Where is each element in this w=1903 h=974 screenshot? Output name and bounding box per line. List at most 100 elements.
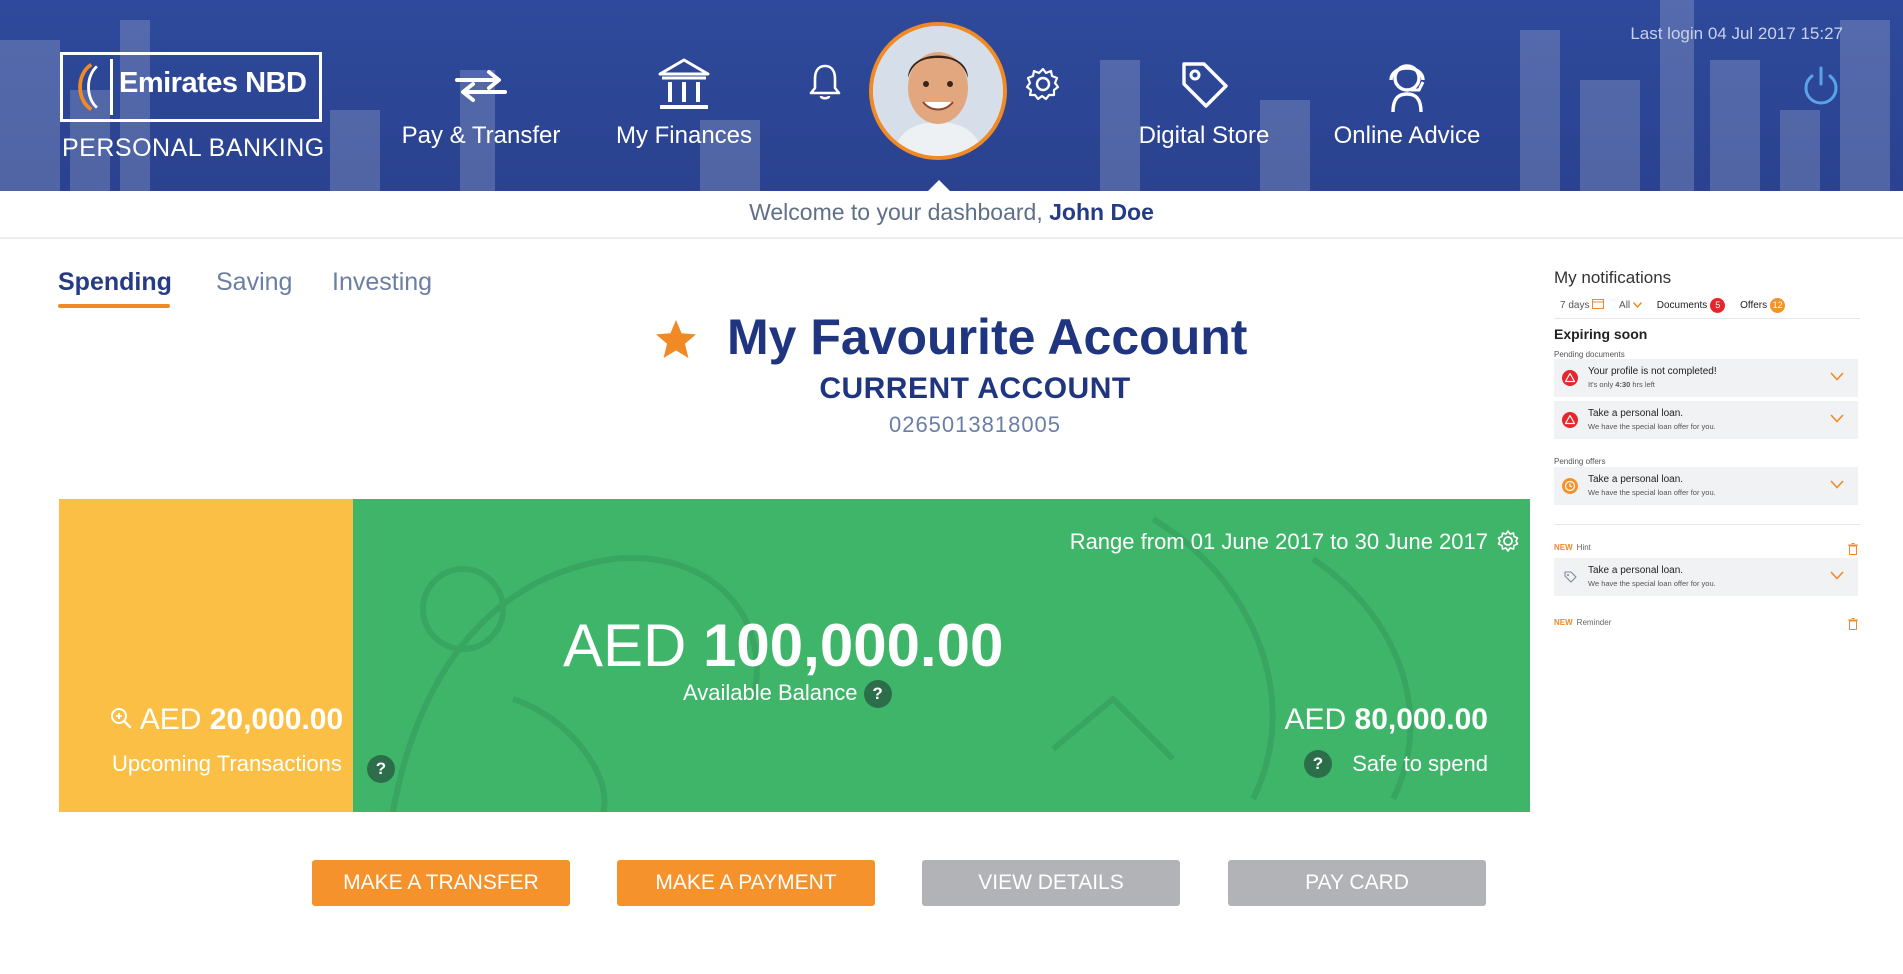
safe-to-spend-amount: AED 80,000.00 [1285, 703, 1489, 737]
nav-my-finances-label: My Finances [615, 122, 753, 149]
upcoming-transactions-amount[interactable]: AED 20,000.00 [109, 703, 343, 737]
pending-offers-label: Pending offers [1554, 457, 1606, 466]
reminder-header: NEW Reminder [1554, 618, 1864, 632]
nav-digital-store-label: Digital Store [1138, 122, 1270, 149]
notification-subtitle: We have the special loan offer for you. [1588, 488, 1716, 497]
safe-to-spend-help-icon[interactable]: ? [1304, 750, 1332, 778]
brand-name: Emirates NBD [119, 67, 307, 99]
notification-subtitle: We have the special loan offer for you. [1588, 579, 1716, 588]
calendar-icon [1592, 299, 1605, 309]
tag-icon [1564, 571, 1577, 583]
nav-pay-transfer-label: Pay & Transfer [401, 122, 561, 149]
emirates-nbd-logo[interactable]: Emirates NBD [60, 52, 322, 122]
available-balance-currency: AED [563, 612, 687, 679]
offers-filter-label: Offers [1740, 300, 1768, 311]
chevron-down-icon[interactable] [1830, 414, 1844, 423]
upcoming-transactions-help-icon[interactable]: ? [367, 755, 395, 783]
last-login-text: Last login 04 Jul 2017 15:27 [1630, 24, 1843, 43]
new-badge: NEW [1554, 543, 1573, 552]
type-filter[interactable]: All [1619, 300, 1645, 311]
active-tab-indicator [58, 304, 170, 308]
available-balance-panel: Range from 01 June 2017 to 30 June 2017 … [353, 499, 1530, 812]
make-payment-button[interactable]: MAKE A PAYMENT [617, 860, 875, 906]
documents-filter-label: Documents [1656, 300, 1708, 311]
headset-agent-icon [1389, 64, 1425, 113]
documents-count-badge: 5 [1710, 298, 1726, 313]
make-transfer-button[interactable]: MAKE A TRANSFER [312, 860, 570, 906]
chevron-down-icon [1632, 302, 1642, 309]
nav-pay-transfer[interactable]: Pay & Transfer [400, 56, 562, 150]
upcoming-transactions-label: Upcoming Transactions [112, 751, 342, 776]
pay-card-button[interactable]: PAY CARD [1228, 860, 1486, 906]
section-divider [1554, 524, 1860, 525]
power-icon[interactable] [1800, 64, 1842, 108]
nav-online-advice[interactable]: Online Advice [1328, 56, 1486, 150]
offers-filter[interactable]: Offers 12 [1740, 298, 1786, 313]
notification-subtitle: We have the special loan offer for you. [1588, 422, 1716, 431]
upcoming-value: 20,000.00 [209, 703, 344, 736]
bank-building-icon [658, 58, 710, 109]
account-title: My Favourite Account [727, 309, 1248, 365]
tab-spending[interactable]: Spending [58, 268, 172, 297]
notifications-panel: My notifications 7 days All Documents 5 O… [1554, 262, 1903, 632]
trash-icon[interactable] [1848, 543, 1858, 555]
chevron-down-icon[interactable] [1830, 372, 1844, 381]
notification-item[interactable]: Take a personal loan. We have the specia… [1554, 401, 1858, 439]
transfer-arrows-icon [455, 70, 507, 102]
trash-icon[interactable] [1848, 618, 1858, 630]
period-filter[interactable]: 7 days [1560, 299, 1607, 311]
nav-online-advice-label: Online Advice [1333, 122, 1481, 149]
zoom-search-icon [111, 708, 132, 729]
notification-item[interactable]: Your profile is not completed! It's only… [1554, 359, 1858, 397]
avatar-photo [873, 26, 1003, 156]
chevron-down-icon[interactable] [1830, 480, 1844, 489]
tab-saving[interactable]: Saving [216, 268, 292, 297]
tab-investing[interactable]: Investing [332, 268, 432, 297]
favourite-star-icon[interactable] [654, 318, 698, 360]
bell-icon[interactable] [808, 62, 842, 102]
period-filter-label: 7 days [1560, 300, 1590, 311]
notification-item[interactable]: Take a personal loan. We have the specia… [1554, 467, 1858, 505]
range-settings-gear-icon[interactable] [1496, 529, 1520, 553]
view-details-button[interactable]: VIEW DETAILS [922, 860, 1180, 906]
brand-subtitle: PERSONAL BANKING [62, 134, 325, 162]
avatar-pointer [926, 180, 952, 191]
notification-item[interactable]: Take a personal loan. We have the specia… [1554, 558, 1858, 596]
price-tag-icon [1182, 62, 1228, 108]
welcome-bar: Welcome to your dashboard, John Doe [0, 191, 1903, 239]
nav-digital-store[interactable]: Digital Store [1134, 56, 1274, 150]
notification-subtitle-suffix: hrs left [1630, 380, 1655, 389]
user-name: John Doe [1049, 199, 1154, 225]
notification-subtitle-time: 4:30 [1615, 380, 1631, 389]
notification-title: Take a personal loan. [1588, 565, 1684, 576]
account-number: 0265013818005 [888, 412, 1062, 437]
new-badge: NEW [1554, 618, 1573, 627]
safe-to-spend-value: 80,000.00 [1354, 703, 1488, 736]
notification-title: Take a personal loan. [1588, 408, 1684, 419]
welcome-text: Welcome to your dashboard, [749, 199, 1043, 225]
date-range-text: Range from 01 June 2017 to 30 June 2017 [1069, 529, 1488, 554]
reminder-label: Reminder [1576, 618, 1612, 627]
documents-filter[interactable]: Documents 5 [1656, 298, 1728, 313]
warning-icon [1562, 370, 1578, 386]
available-balance-label: Available Balance [683, 680, 858, 705]
nav-my-finances[interactable]: My Finances [612, 56, 756, 150]
filter-divider [1554, 318, 1860, 319]
warning-icon [1562, 412, 1578, 428]
available-balance-label-row: Available Balance ? [683, 680, 892, 709]
available-balance-amount: AED 100,000.00 [563, 611, 1003, 680]
expiring-soon-heading: Expiring soon [1554, 326, 1648, 342]
safe-to-spend-currency: AED [1284, 703, 1347, 736]
logo-mark-icon [78, 59, 113, 115]
top-header: Emirates NBD PERSONAL BANKING Pay & Tran… [0, 0, 1903, 191]
balance-card: Range from 01 June 2017 to 30 June 2017 … [59, 499, 1530, 812]
available-balance-help-icon[interactable]: ? [863, 680, 892, 709]
pending-documents-label: Pending documents [1554, 350, 1625, 359]
safe-to-spend-label: Safe to spend [1352, 751, 1488, 776]
notification-title: Take a personal loan. [1588, 474, 1684, 485]
hint-label: Hint [1576, 543, 1591, 552]
chevron-down-icon[interactable] [1830, 571, 1844, 580]
user-avatar[interactable] [869, 22, 1007, 160]
notifications-title: My notifications [1554, 268, 1672, 287]
gear-icon[interactable] [1025, 66, 1061, 102]
